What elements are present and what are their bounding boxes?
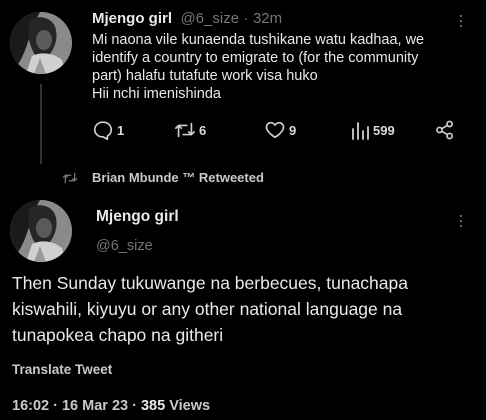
retweet-icon bbox=[62, 172, 78, 183]
author-handle[interactable]: @6_size bbox=[96, 238, 153, 254]
more-dots-icon[interactable]: · · · bbox=[456, 6, 466, 34]
translate-tweet-link[interactable]: Translate Tweet bbox=[12, 362, 112, 377]
avatar[interactable] bbox=[10, 12, 72, 74]
tweet-line: Hii nchi imenishinda bbox=[92, 86, 221, 102]
more-dots-icon[interactable]: · · · bbox=[456, 206, 466, 234]
heart-icon bbox=[265, 121, 285, 139]
like-count: 9 bbox=[289, 122, 297, 138]
views-label[interactable]: Views bbox=[169, 398, 210, 414]
tweet-time[interactable]: 32m bbox=[253, 10, 282, 27]
share-icon bbox=[436, 120, 453, 140]
tweet1-actions: 1 6 9 599 bbox=[92, 119, 462, 145]
retweet-button[interactable]: 6 bbox=[174, 119, 206, 141]
tweet-line: Mi naona vile kunaenda tushikane watu ka… bbox=[92, 32, 425, 48]
avatar-photo bbox=[10, 200, 72, 262]
author-name[interactable]: Mjengo girl bbox=[92, 10, 172, 27]
author-name[interactable]: Mjengo girl bbox=[96, 208, 179, 226]
separator: · bbox=[243, 10, 249, 27]
tweet1-header: Mjengo girl @6_size · 32m bbox=[92, 10, 282, 28]
reply-button[interactable]: 1 bbox=[92, 119, 124, 141]
tweet-line: kiswahili, kiyuyu or any other national … bbox=[12, 299, 403, 319]
author-handle[interactable]: @6_size bbox=[180, 10, 239, 27]
tweet-line: tunapokea chapo na githeri bbox=[12, 325, 224, 345]
share-button[interactable] bbox=[434, 119, 456, 141]
tweet-meta: 16:02 · 16 Mar 23 · 385 Views bbox=[12, 398, 210, 414]
retweet-label: Brian Mbunde ™ Retweeted bbox=[92, 170, 264, 185]
views-button[interactable]: 599 bbox=[350, 119, 395, 141]
avatar-photo bbox=[10, 12, 72, 74]
retweet-count: 6 bbox=[199, 122, 207, 138]
analytics-icon bbox=[352, 122, 369, 140]
tweet1-text: Mi naona vile kunaenda tushikane watu ka… bbox=[92, 31, 460, 103]
reply-icon bbox=[93, 121, 113, 141]
tweet-line: identify a country to emigrate to (for t… bbox=[92, 50, 419, 66]
reply-count: 1 bbox=[117, 122, 125, 138]
avatar[interactable] bbox=[10, 200, 72, 262]
like-button[interactable]: 9 bbox=[264, 119, 296, 141]
retweet-icon bbox=[175, 122, 195, 138]
views-count: 385 bbox=[140, 398, 166, 414]
retweet-banner[interactable]: Brian Mbunde ™ Retweeted bbox=[62, 170, 264, 185]
tweet-line: Then Sunday tukuwange na berbecues, tuna… bbox=[12, 273, 408, 293]
tweet2-text: Then Sunday tukuwange na berbecues, tuna… bbox=[12, 270, 482, 348]
views-count: 599 bbox=[373, 122, 395, 138]
thread-line bbox=[40, 84, 42, 164]
tweet-line: part) halafu tutafute work visa huko bbox=[92, 68, 318, 84]
tweet-timestamp[interactable]: 16:02 · 16 Mar 23 · bbox=[12, 398, 137, 414]
